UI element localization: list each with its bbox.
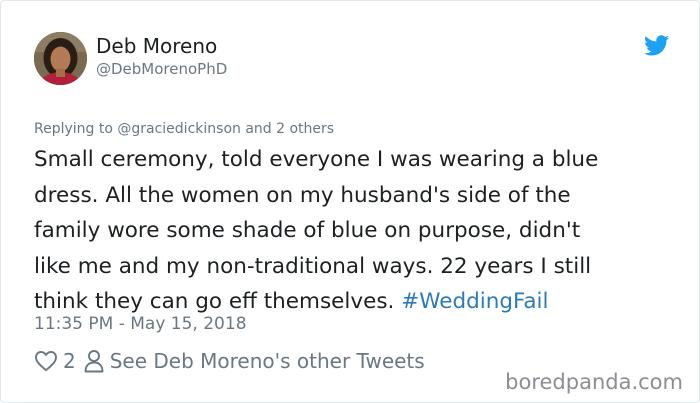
tweet-card: Deb Moreno @DebMorenoPhD Replying to @gr… (0, 0, 700, 403)
twitter-bird-icon[interactable] (644, 35, 669, 56)
tweet-timestamp[interactable]: 11:35 PM - May 15, 2018 (34, 314, 247, 334)
tweet-actions-bar: 2 See Deb Moreno's other Tweets (34, 348, 425, 374)
like-count: 2 (63, 349, 76, 373)
person-outline-icon (84, 350, 104, 373)
tweet-body: Small ceremony, told everyone I was wear… (34, 142, 684, 320)
author-handle[interactable]: @DebMorenoPhD (96, 60, 227, 78)
profile-tweets-link[interactable]: See Deb Moreno's other Tweets (84, 349, 425, 373)
watermark: boredpanda.com (505, 370, 683, 394)
author-display-name[interactable]: Deb Moreno (96, 34, 217, 58)
profile-tweets-label: See Deb Moreno's other Tweets (109, 349, 425, 373)
avatar[interactable] (34, 32, 87, 85)
hashtag-link[interactable]: #WeddingFail (401, 289, 548, 314)
heart-outline-icon (35, 351, 57, 372)
avatar-photo (34, 32, 87, 85)
like-button[interactable]: 2 (34, 349, 84, 373)
replying-to-line[interactable]: Replying to @graciedickinson and 2 other… (34, 121, 334, 138)
